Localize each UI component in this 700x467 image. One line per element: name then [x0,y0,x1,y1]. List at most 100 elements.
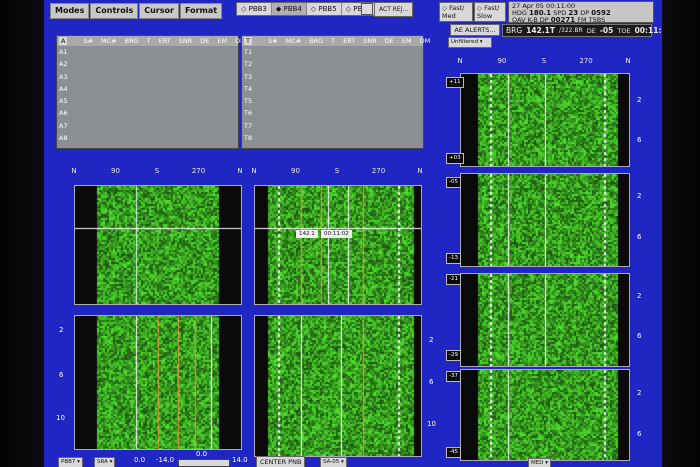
table-row[interactable]: A4 [57,83,238,95]
compass-label: S [334,167,340,175]
right-y-label: 6 [637,233,642,241]
table-row[interactable]: A5 [57,95,238,107]
waterfall-image [461,274,629,366]
table-row[interactable]: T6 [242,107,423,119]
column-header: EM [217,37,228,45]
table-row[interactable]: A2 [57,58,238,70]
center-pnb-button[interactable]: CENTER PNB [256,456,306,467]
compass-label: N [417,167,423,175]
center-y-label: 2 [429,336,434,344]
range-badge: +11 [446,77,464,88]
table-row[interactable]: T1 [242,46,423,58]
compass-label: 270 [371,167,386,175]
range-badge: -37 [446,371,461,382]
column-header: SNR [178,37,193,45]
cursor-bearing-label: 142.1 [296,230,318,238]
range-badge: -45 [446,447,461,458]
column-header: ERT [158,37,171,45]
range-badge: -29 [446,350,461,361]
table-row[interactable]: T4 [242,83,423,95]
scale-mid-value: 0.0 [196,450,208,458]
filter-dropdown[interactable]: Unfiltered ▾ [448,37,492,48]
table-row[interactable]: A8 [57,132,238,144]
right-y-label: 2 [637,292,642,300]
scale-slider[interactable] [178,459,230,467]
track-table-header: T S# MC# BRG T ERT SNR DE EM DM [242,36,430,46]
waterfall-center-lower[interactable] [254,315,422,457]
waterfall-image [75,316,241,449]
compass-label: 270 [579,57,593,65]
track-table-t: T S# MC# BRG T ERT SNR DE EM DM T1 T2 T3 T4 T5 T6 T7 T8 [241,35,430,149]
ae-alerts-button[interactable]: AE ALERTS... [450,24,500,36]
waterfall-left-lower[interactable] [74,315,242,450]
table-row[interactable]: A3 [57,71,238,83]
scale-min-value: -14.0 [156,456,175,464]
column-header: EM [401,37,412,45]
table-row[interactable]: A1 [57,46,238,58]
column-header: SNR [363,37,377,45]
waterfall-image [255,186,421,304]
right-y-label: 6 [637,430,642,438]
menu-modes[interactable]: Modes [50,3,90,19]
left-y-label: 6 [59,371,64,379]
compass-label: 90 [291,167,300,175]
left-y-label: 10 [56,414,65,422]
center-y-label: 10 [427,420,436,428]
pbb7-dropdown[interactable]: PBB7 ▾ [58,457,83,467]
menu-cursor[interactable]: Cursor [139,3,179,19]
center-y-label: 6 [429,378,434,386]
compass-label: N [625,57,631,65]
right-y-label: 6 [637,332,642,340]
monitor-bezel-right [662,0,700,467]
column-header: T [146,37,151,45]
left-y-label: 2 [59,326,64,334]
table-row[interactable]: T8 [242,132,423,144]
compass-scale-right: N 90 S 270 N [457,57,631,67]
column-header: MC# [285,37,302,45]
sa-dropdown[interactable]: SA-05 ▾ [320,457,347,467]
pbb-selector: ◇ PBB3 ◆ PBB4 ◇ PBB5 ◇ PBB6 [236,2,378,16]
bearing-value: 142.1T [526,26,556,35]
menu-controls[interactable]: Controls [90,3,139,19]
sra-dropdown[interactable]: SRA ▾ [94,457,116,467]
waterfall-center-upper[interactable] [254,185,422,305]
table-row[interactable]: A7 [57,120,238,132]
menu-format[interactable]: Format [179,3,223,19]
fast-med-toggle[interactable]: ◇ Fast/Med [439,2,473,22]
act-rej-button[interactable]: ACT REJ... [374,2,414,17]
table-row[interactable]: T5 [242,95,423,107]
waterfall-left-upper[interactable] [74,185,242,305]
waterfall-right-4[interactable] [460,369,630,461]
table-row[interactable]: A6 [57,107,238,119]
column-header: BRG [309,37,324,45]
column-header: MC# [101,37,117,45]
compass-label: 270 [191,167,206,175]
table-row[interactable]: T2 [242,58,423,70]
table-row[interactable]: T3 [242,71,423,83]
fast-slow-toggle[interactable]: ◇ Fast/Slow [474,2,506,22]
right-y-label: 2 [637,96,642,104]
waterfall-right-2[interactable] [460,173,630,267]
table-row[interactable]: T7 [242,120,423,132]
menu-bar: Modes Controls Cursor Format [50,3,223,19]
pbb-option-3[interactable]: ◇ PBB3 [237,3,272,15]
sonar-display-screen: Modes Controls Cursor Format ◇ PBB3 ◆ PB… [44,0,662,467]
compass-label: N [71,167,77,175]
compass-label: S [541,57,547,65]
de-value: -05 [599,26,614,35]
column-header: BRG [124,37,139,45]
waterfall-right-3[interactable] [460,273,630,367]
pbb-option-4[interactable]: ◆ PBB4 [271,3,307,15]
waterfall-image [75,186,241,304]
pbb-option-5[interactable]: ◇ PBB5 [307,3,342,15]
bearing-readout: BRG 142.1T/322.BR DE-05 TOE00:11:02 [502,24,662,37]
med-dropdown[interactable]: MED ▾ [528,458,551,467]
compass-label: 90 [497,57,507,65]
square-toggle-button[interactable] [361,3,373,15]
column-header: DM [419,37,431,45]
compass-scale-left: N 90 S 270 N [71,167,242,177]
compass-label: 90 [111,167,120,175]
right-y-label: 2 [637,389,642,397]
waterfall-right-1[interactable] [460,73,630,167]
column-header: S# [267,37,278,45]
